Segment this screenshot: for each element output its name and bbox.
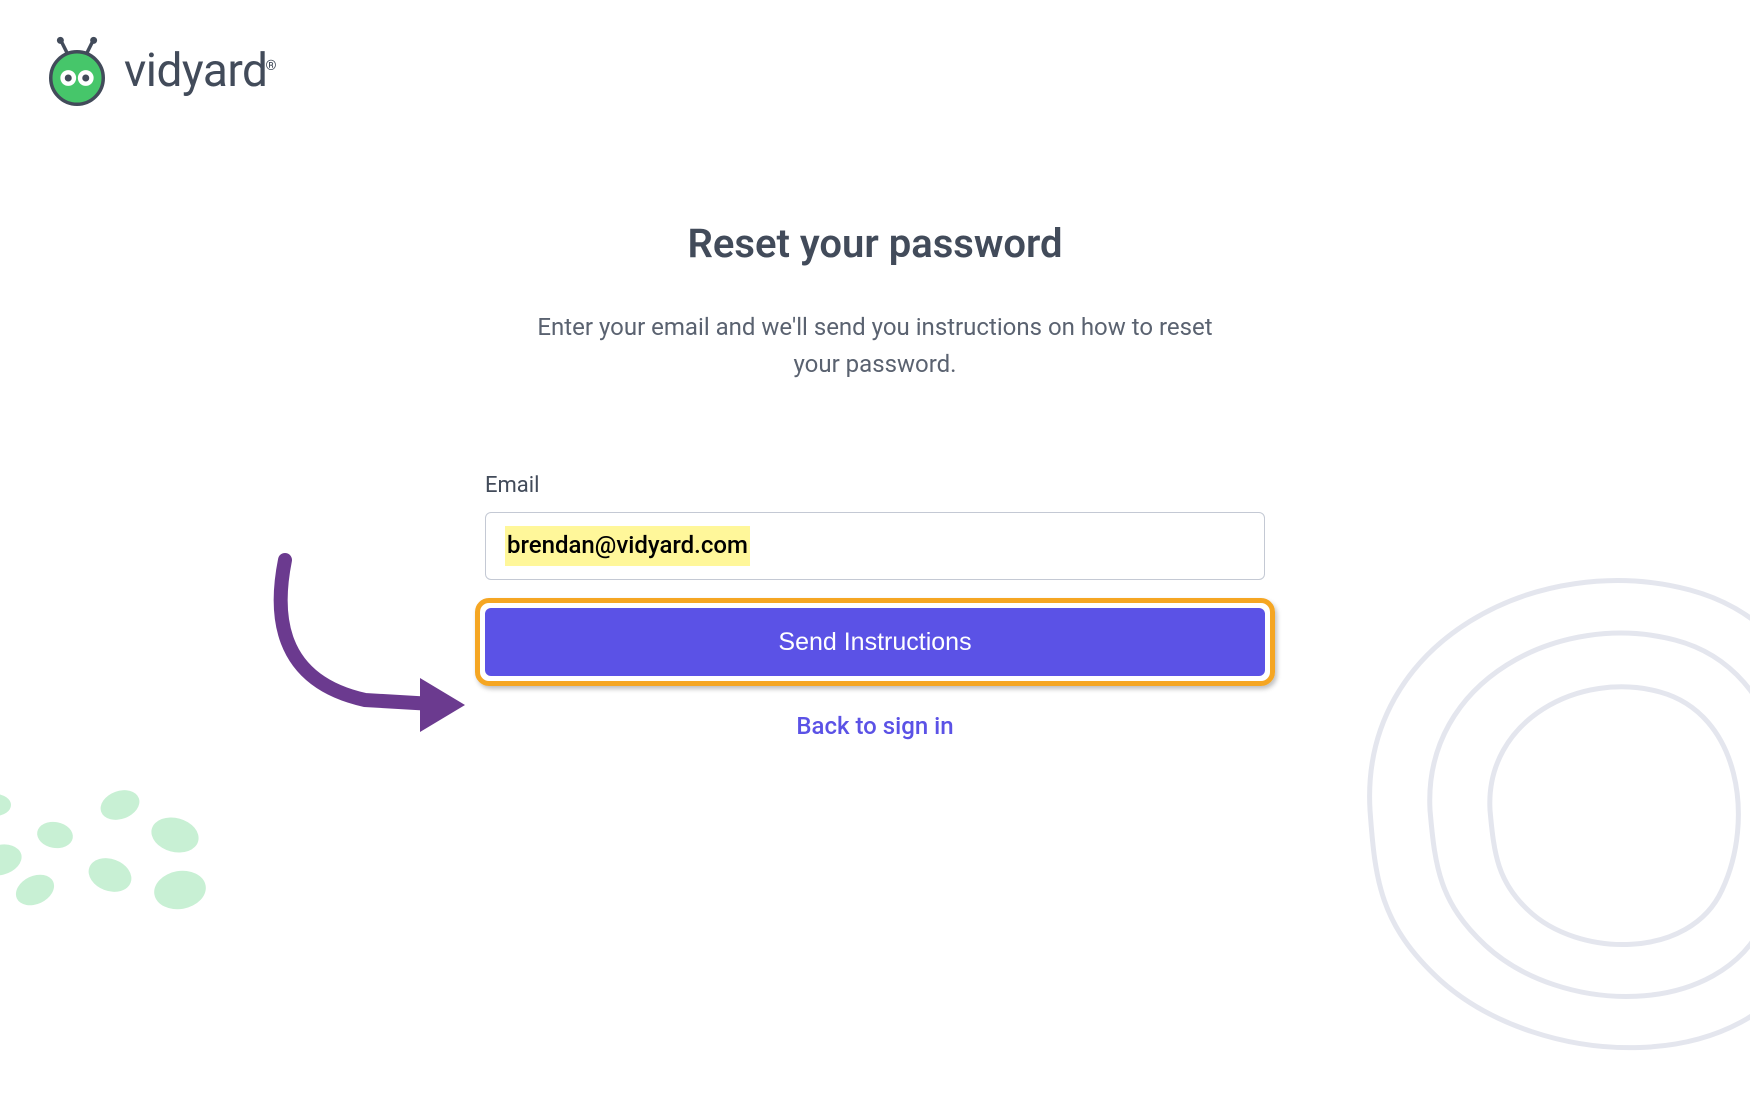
email-label: Email xyxy=(485,473,1265,498)
decorative-rings xyxy=(1310,510,1750,1090)
email-form-group: Email brendan@vidyard.com xyxy=(485,473,1265,580)
send-instructions-button[interactable]: Send Instructions xyxy=(485,608,1265,676)
page-title: Reset your password xyxy=(485,220,1265,267)
page-description: Enter your email and we'll send you inst… xyxy=(515,309,1235,383)
brand-logo: vidyard® xyxy=(42,36,276,106)
vidyard-logo-icon xyxy=(42,36,112,106)
back-to-sign-in-link[interactable]: Back to sign in xyxy=(796,712,953,740)
email-field[interactable] xyxy=(485,512,1265,580)
annotation-arrow-icon xyxy=(255,550,485,750)
brand-name: vidyard® xyxy=(124,44,276,98)
decorative-blobs xyxy=(0,730,260,910)
reset-password-form: Reset your password Enter your email and… xyxy=(485,220,1265,740)
submit-button-wrapper: Send Instructions xyxy=(485,608,1265,676)
